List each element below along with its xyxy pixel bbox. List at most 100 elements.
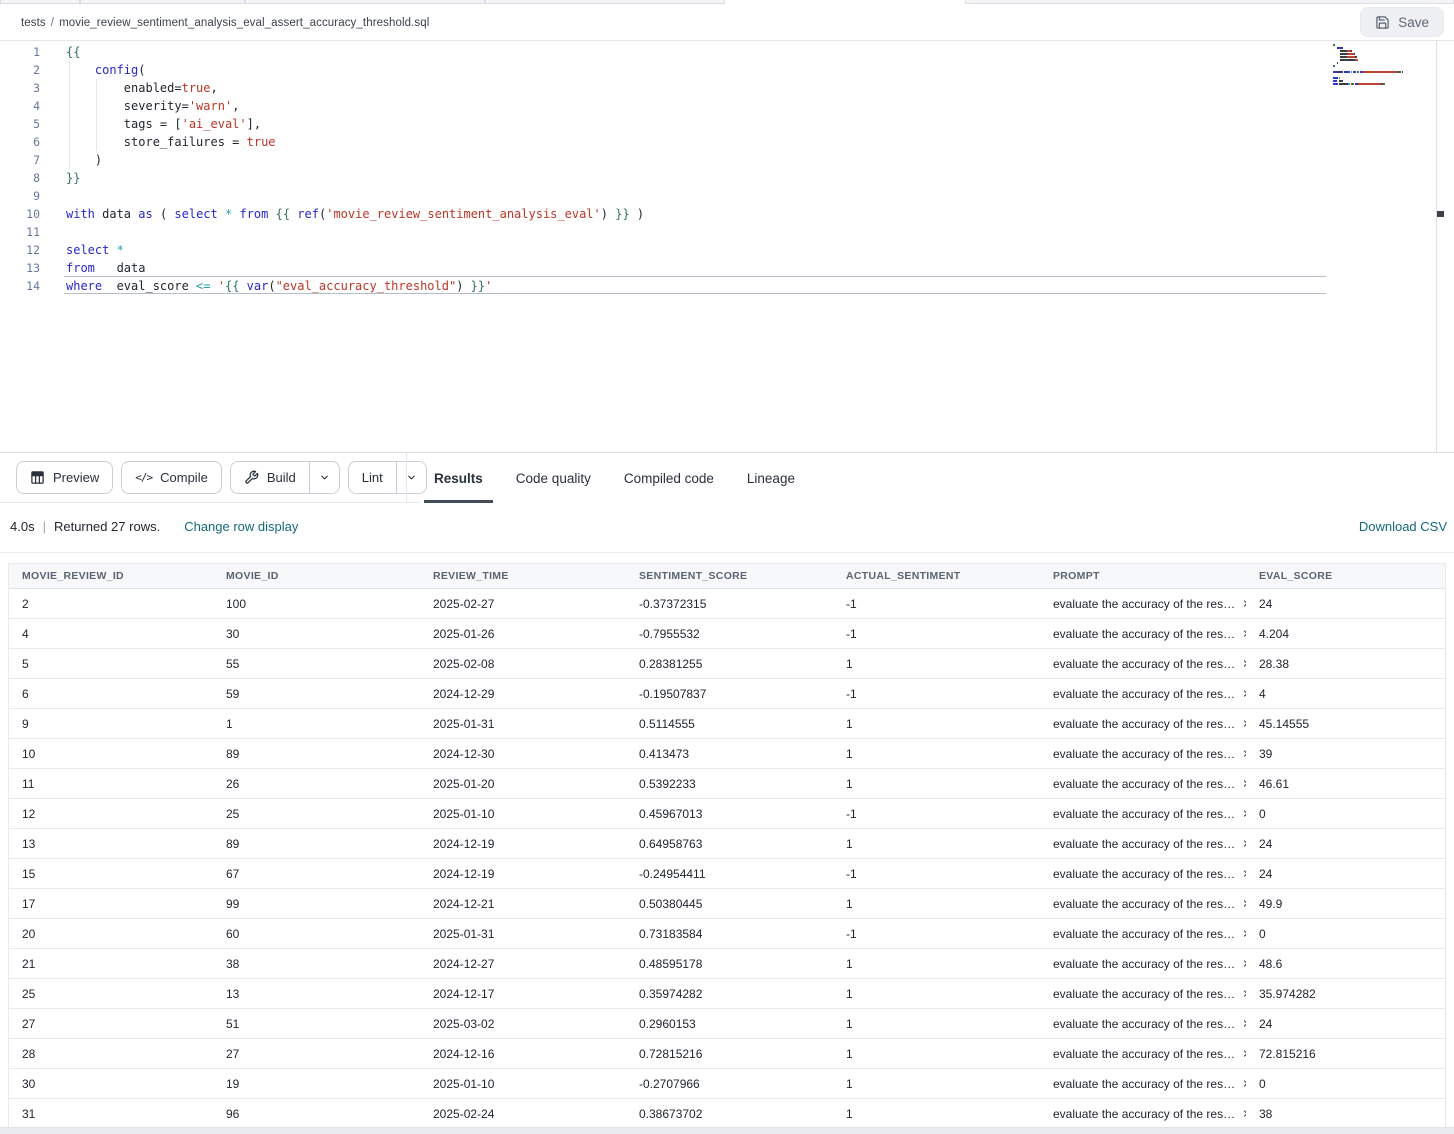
table-row: 20602025-01-310.73183584-1evaluate the a… <box>9 919 1445 949</box>
results-panel: Preview </> Compile Build <box>0 452 1454 1134</box>
cell-movie-id: 26 <box>213 777 420 791</box>
change-row-display-link[interactable]: Change row display <box>184 519 298 534</box>
table-row: 17992024-12-210.503804451evaluate the ac… <box>9 889 1445 919</box>
prompt-preview-text: evaluate the accuracy of the res… <box>1053 927 1235 941</box>
cell-movie-review-id: 25 <box>9 987 213 1001</box>
cell-actual-sentiment: 1 <box>833 777 1040 791</box>
prompt-preview-text: evaluate the accuracy of the res… <box>1053 627 1235 641</box>
prompt-preview-text: evaluate the accuracy of the res… <box>1053 807 1235 821</box>
line-number: 4 <box>0 97 40 115</box>
query-status: 4.0s | Returned 27 rows. Change row disp… <box>10 519 298 534</box>
table-row: 5552025-02-080.283812551evaluate the acc… <box>9 649 1445 679</box>
sql-code-editor[interactable]: 1{{2 config(3 enabled=true,4 severity='w… <box>0 41 1445 452</box>
lint-label: Lint <box>362 470 383 485</box>
cell-sentiment-score: 0.413473 <box>626 747 833 761</box>
cell-actual-sentiment: -1 <box>833 687 1040 701</box>
line-text: config( <box>66 61 146 79</box>
cell-sentiment-score: 0.48595178 <box>626 957 833 971</box>
code-line: 6 store_failures = true <box>0 133 1326 151</box>
prompt-preview-text: evaluate the accuracy of the res… <box>1053 1047 1235 1061</box>
cell-prompt: evaluate the accuracy of the res… <box>1040 747 1246 761</box>
table-row: 10892024-12-300.4134731evaluate the accu… <box>9 739 1445 769</box>
cell-movie-review-id: 17 <box>9 897 213 911</box>
cell-eval-score: 0 <box>1246 807 1447 821</box>
line-text: tags = ['ai_eval'], <box>66 115 261 133</box>
cell-eval-score: 4 <box>1246 687 1447 701</box>
prompt-preview-text: evaluate the accuracy of the res… <box>1053 747 1235 761</box>
cell-movie-review-id: 20 <box>9 927 213 941</box>
cell-eval-score: 39 <box>1246 747 1447 761</box>
cell-movie-id: 59 <box>213 687 420 701</box>
cell-sentiment-score: -0.7955532 <box>626 627 833 641</box>
cell-eval-score: 24 <box>1246 867 1447 881</box>
save-button[interactable]: Save <box>1360 7 1444 37</box>
build-dropdown-toggle[interactable] <box>309 462 339 493</box>
cell-eval-score: 0 <box>1246 927 1447 941</box>
tab-code-quality[interactable]: Code quality <box>506 453 601 503</box>
cell-movie-review-id: 15 <box>9 867 213 881</box>
line-text: with data as ( select * from {{ ref('mov… <box>66 205 644 223</box>
code-lines: 1{{2 config(3 enabled=true,4 severity='w… <box>0 43 1326 295</box>
cell-prompt: evaluate the accuracy of the res… <box>1040 627 1246 641</box>
column-header-prompt: PROMPT <box>1040 570 1246 582</box>
cell-review-time: 2025-01-20 <box>420 777 626 791</box>
cell-prompt: evaluate the accuracy of the res… <box>1040 1017 1246 1031</box>
table-row: 6592024-12-29-0.19507837-1evaluate the a… <box>9 679 1445 709</box>
cell-movie-id: 100 <box>213 597 420 611</box>
line-text: {{ <box>66 43 80 61</box>
cell-movie-review-id: 5 <box>9 657 213 671</box>
cell-movie-review-id: 27 <box>9 1017 213 1031</box>
tab-lineage[interactable]: Lineage <box>737 453 805 503</box>
line-text: select * <box>66 241 124 259</box>
cell-movie-review-id: 13 <box>9 837 213 851</box>
line-number: 7 <box>0 151 40 169</box>
cell-review-time: 2025-02-27 <box>420 597 626 611</box>
editor-scrollbar[interactable] <box>1436 41 1445 452</box>
lint-dropdown-toggle[interactable] <box>396 462 426 493</box>
tab-compiled-code[interactable]: Compiled code <box>614 453 724 503</box>
rows-returned: Returned 27 rows. <box>54 519 160 534</box>
minimap[interactable] <box>1333 44 1425 86</box>
tab-results[interactable]: Results <box>424 453 493 503</box>
cell-prompt: evaluate the accuracy of the res… <box>1040 897 1246 911</box>
line-number: 14 <box>0 277 40 295</box>
build-button[interactable]: Build <box>230 461 340 494</box>
results-tabs: Results Code quality Compiled code Lineage <box>424 453 805 503</box>
cell-movie-review-id: 12 <box>9 807 213 821</box>
cell-sentiment-score: -0.2707966 <box>626 1077 833 1091</box>
compile-label: Compile <box>160 470 208 485</box>
download-csv-link[interactable]: Download CSV <box>1359 519 1447 534</box>
cell-movie-id: 51 <box>213 1017 420 1031</box>
cell-movie-review-id: 30 <box>9 1077 213 1091</box>
results-table-body: 21002025-02-27-0.37372315-1evaluate the … <box>9 589 1445 1129</box>
results-table-header: MOVIE_REVIEW_IDMOVIE_IDREVIEW_TIMESENTIM… <box>9 563 1445 589</box>
cell-review-time: 2024-12-27 <box>420 957 626 971</box>
cell-actual-sentiment: 1 <box>833 747 1040 761</box>
build-label: Build <box>267 470 296 485</box>
line-number: 8 <box>0 169 40 187</box>
table-row: 13892024-12-190.649587631evaluate the ac… <box>9 829 1445 859</box>
table-row: 25132024-12-170.359742821evaluate the ac… <box>9 979 1445 1009</box>
table-row: 15672024-12-19-0.24954411-1evaluate the … <box>9 859 1445 889</box>
cell-actual-sentiment: -1 <box>833 807 1040 821</box>
compile-button[interactable]: </> Compile <box>121 461 222 494</box>
preview-button[interactable]: Preview <box>16 461 113 494</box>
line-text: enabled=true, <box>66 79 218 97</box>
cell-sentiment-score: 0.28381255 <box>626 657 833 671</box>
cell-prompt: evaluate the accuracy of the res… <box>1040 597 1246 611</box>
table-row: 4302025-01-26-0.7955532-1evaluate the ac… <box>9 619 1445 649</box>
line-text: store_failures = true <box>66 133 276 151</box>
cell-sentiment-score: 0.35974282 <box>626 987 833 1001</box>
cell-eval-score: 72.815216 <box>1246 1047 1447 1061</box>
lint-button[interactable]: Lint <box>348 461 427 494</box>
table-row: 11262025-01-200.53922331evaluate the acc… <box>9 769 1445 799</box>
horizontal-scrollbar[interactable] <box>0 1127 1454 1134</box>
cell-review-time: 2025-03-02 <box>420 1017 626 1031</box>
table-grid-icon <box>30 470 45 485</box>
line-text: from data <box>66 259 145 277</box>
cell-eval-score: 24 <box>1246 837 1447 851</box>
prompt-preview-text: evaluate the accuracy of the res… <box>1053 1077 1235 1091</box>
prompt-preview-text: evaluate the accuracy of the res… <box>1053 657 1235 671</box>
editor-scrollbar-thumb[interactable] <box>1437 211 1444 217</box>
prompt-preview-text: evaluate the accuracy of the res… <box>1053 777 1235 791</box>
